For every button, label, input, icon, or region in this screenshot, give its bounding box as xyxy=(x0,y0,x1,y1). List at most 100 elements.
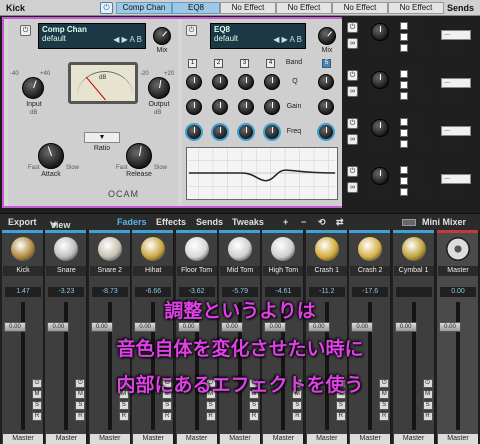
q-knob-2[interactable] xyxy=(212,74,228,90)
output-routing[interactable]: Master xyxy=(306,434,347,444)
fader-handle[interactable]: 0.00 xyxy=(394,322,417,332)
send-1-pre-check[interactable] xyxy=(400,22,408,30)
power-icon[interactable]: ⏻ xyxy=(100,2,113,14)
tab-faders[interactable]: Faders xyxy=(117,217,147,227)
eq-ab-switch[interactable]: ◀ ▶ A B xyxy=(273,35,302,44)
output-routing[interactable]: Master xyxy=(263,434,304,444)
tab-effects[interactable]: Effects xyxy=(156,217,186,227)
gain-knob-4[interactable] xyxy=(264,99,280,115)
send-2-dest-dropdown[interactable]: --- xyxy=(441,78,471,88)
insert-slot-2[interactable]: EQ8 xyxy=(172,2,220,14)
send-1-level-knob[interactable] xyxy=(371,23,389,41)
output-routing[interactable]: Master xyxy=(220,434,260,444)
ratio-dropdown[interactable]: ▼ xyxy=(84,132,120,143)
freq-knob-3[interactable] xyxy=(237,123,255,141)
add-icon[interactable]: + xyxy=(283,217,288,227)
solo-button[interactable]: S xyxy=(205,401,216,410)
band-1-button[interactable]: 1 xyxy=(188,59,197,68)
record-button[interactable]: R xyxy=(32,412,42,421)
record-button[interactable]: R xyxy=(75,412,86,421)
eq-arrows-icon[interactable]: ◀ ▶ xyxy=(273,35,288,44)
send-4-pre-check[interactable] xyxy=(400,166,408,174)
send-2-fx-check[interactable] xyxy=(400,81,408,89)
insert-slot-3[interactable]: No Effect xyxy=(220,2,276,14)
solo-button[interactable]: S xyxy=(75,401,86,410)
band-3-button[interactable]: 3 xyxy=(240,59,249,68)
send-2-link-icon[interactable]: ∞ xyxy=(347,86,358,97)
send-2-level-knob[interactable] xyxy=(371,71,389,89)
record-button[interactable]: R xyxy=(379,412,390,421)
strip-name[interactable]: Floor Tom xyxy=(176,266,217,276)
band-5-button[interactable]: 5 xyxy=(322,59,331,68)
export-menu[interactable]: Export xyxy=(8,217,37,227)
gain-knob-3[interactable] xyxy=(238,99,254,115)
output-routing[interactable]: Master xyxy=(176,434,217,444)
output-knob[interactable] xyxy=(148,77,170,99)
freq-knob-1[interactable] xyxy=(185,123,203,141)
freq-knob-4[interactable] xyxy=(263,123,281,141)
send-2-power-icon[interactable]: ⏻ xyxy=(347,70,358,81)
fader-handle[interactable]: 0.00 xyxy=(134,322,157,332)
solo-button[interactable]: S xyxy=(249,401,259,410)
eq-power-icon[interactable]: ⏻ xyxy=(186,25,197,36)
comp-power-icon[interactable]: ⏻ xyxy=(20,25,31,36)
send-2-fader-check[interactable] xyxy=(400,92,408,100)
fader-handle[interactable]: 0.00 xyxy=(221,322,243,332)
strip-name[interactable]: Crash 2 xyxy=(350,266,391,276)
solo-button[interactable]: S xyxy=(335,401,346,410)
strip-name[interactable]: Kick xyxy=(3,266,43,276)
send-3-fader-check[interactable] xyxy=(400,140,408,148)
send-1-link-icon[interactable]: ∞ xyxy=(347,38,358,49)
send-3-dest-dropdown[interactable]: --- xyxy=(441,126,471,136)
fader-handle[interactable]: 0.00 xyxy=(4,322,26,332)
send-3-level-knob[interactable] xyxy=(371,119,389,137)
gain-knob-5[interactable] xyxy=(318,99,334,115)
q-knob-4[interactable] xyxy=(264,74,280,90)
output-routing[interactable]: Master xyxy=(89,434,130,444)
mini-mixer-icon[interactable] xyxy=(402,219,416,226)
output-routing[interactable]: Master xyxy=(46,434,87,444)
fader-handle[interactable]: 0.00 xyxy=(90,322,113,332)
insert-slot-4[interactable]: No Effect xyxy=(276,2,332,14)
tab-sends[interactable]: Sends xyxy=(196,217,223,227)
tab-tweaks[interactable]: Tweaks xyxy=(232,217,264,227)
fader-handle[interactable]: 0.00 xyxy=(177,322,200,332)
output-routing[interactable]: Master xyxy=(393,434,434,444)
fader-handle[interactable]: 0.00 xyxy=(47,322,70,332)
fader-handle[interactable]: 0.00 xyxy=(264,322,287,332)
band-2-button[interactable]: 2 xyxy=(214,59,223,68)
send-4-fx-check[interactable] xyxy=(400,177,408,185)
record-button[interactable]: R xyxy=(292,412,303,421)
input-knob[interactable] xyxy=(22,77,44,99)
output-routing[interactable]: Master xyxy=(350,434,391,444)
send-1-power-icon[interactable]: ⏻ xyxy=(347,22,358,33)
insert-slot-5[interactable]: No Effect xyxy=(332,2,388,14)
record-button[interactable]: R xyxy=(249,412,259,421)
send-3-fx-check[interactable] xyxy=(400,129,408,137)
strip-name[interactable]: Hihat xyxy=(133,266,174,276)
insert-slot-1[interactable]: Comp Chan xyxy=(116,2,172,14)
send-4-level-knob[interactable] xyxy=(371,167,389,185)
comp-arrows-icon[interactable]: ◀ ▶ xyxy=(113,35,128,44)
solo-button[interactable]: S xyxy=(32,401,42,410)
q-knob-1[interactable] xyxy=(186,74,202,90)
send-4-dest-dropdown[interactable]: --- xyxy=(441,174,471,184)
solo-button[interactable]: S xyxy=(118,401,129,410)
comp-ab-switch[interactable]: ◀ ▶ A B xyxy=(113,35,142,44)
send-1-fader-check[interactable] xyxy=(400,44,408,52)
send-3-pre-check[interactable] xyxy=(400,118,408,126)
q-knob-3[interactable] xyxy=(238,74,254,90)
mini-mixer-label[interactable]: Mini Mixer xyxy=(422,217,466,227)
gain-knob-2[interactable] xyxy=(212,99,228,115)
q-knob-5[interactable] xyxy=(318,74,334,90)
eq-mix-knob[interactable] xyxy=(318,27,336,45)
record-button[interactable]: R xyxy=(118,412,129,421)
send-4-power-icon[interactable]: ⏻ xyxy=(347,166,358,177)
insert-slot-6[interactable]: No Effect xyxy=(388,2,444,14)
send-3-power-icon[interactable]: ⏻ xyxy=(347,118,358,129)
output-routing[interactable]: Master xyxy=(438,434,478,444)
send-3-link-icon[interactable]: ∞ xyxy=(347,134,358,145)
comp-preset-display[interactable]: Comp Chan default ◀ ▶ A B xyxy=(38,23,146,49)
solo-button[interactable]: S xyxy=(162,401,173,410)
output-routing[interactable]: Master xyxy=(133,434,174,444)
